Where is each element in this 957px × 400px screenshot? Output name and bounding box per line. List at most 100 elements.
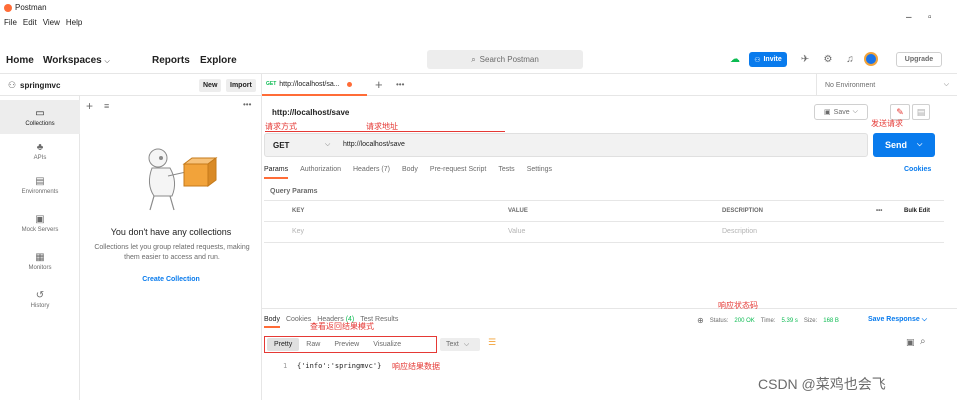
- tab-response-cookies[interactable]: Cookies: [286, 316, 311, 328]
- view-pretty[interactable]: Pretty: [267, 338, 300, 351]
- chevron-down-icon: ⌵: [921, 316, 928, 323]
- tab-headers[interactable]: Headers (7): [353, 166, 390, 179]
- search-icon[interactable]: ⌕: [920, 336, 926, 347]
- add-icon[interactable]: +: [86, 99, 93, 113]
- upgrade-button[interactable]: Upgrade: [896, 52, 942, 67]
- environments-icon: ▤: [35, 175, 45, 187]
- view-preview[interactable]: Preview: [327, 338, 366, 351]
- app-title: Postman: [15, 3, 47, 12]
- request-tab[interactable]: GET http://localhost/sa...: [262, 74, 367, 96]
- status-label: Status:: [709, 317, 729, 324]
- request-name[interactable]: http://localhost/save: [272, 108, 349, 117]
- response-body-text[interactable]: {'info':'springmvc'}: [297, 362, 381, 370]
- sidebar-item-apis[interactable]: ♣ APIs: [0, 134, 80, 168]
- view-raw[interactable]: Raw: [299, 338, 327, 351]
- chevron-down-icon: ⌵: [943, 81, 949, 88]
- new-button[interactable]: New: [199, 79, 222, 92]
- url-bar: GET ⌵ http://localhost/save: [264, 133, 868, 157]
- table-more-icon[interactable]: •••: [876, 208, 882, 214]
- maximize-icon[interactable]: ▫: [928, 12, 932, 23]
- save-response-label: Save Response: [868, 316, 920, 323]
- tab-tests[interactable]: Tests: [498, 166, 514, 179]
- sync-icon[interactable]: ☁: [729, 53, 741, 65]
- search-input[interactable]: ⌕ Search Postman: [427, 50, 583, 69]
- menu-help[interactable]: Help: [66, 18, 82, 27]
- tab-settings[interactable]: Settings: [527, 166, 552, 179]
- tab-params[interactable]: Params: [264, 166, 289, 179]
- settings-icon[interactable]: ⚙: [822, 53, 834, 65]
- cookies-link[interactable]: Cookies: [904, 166, 931, 173]
- menu-view[interactable]: View: [43, 18, 60, 27]
- nav-explore[interactable]: Explore: [200, 55, 237, 66]
- method-select[interactable]: GET: [273, 141, 289, 150]
- new-tab-icon[interactable]: +: [375, 77, 383, 92]
- invite-label: Invite: [763, 56, 782, 63]
- create-collection-link[interactable]: Create Collection: [80, 276, 262, 283]
- send-button[interactable]: Send ⌵: [873, 133, 935, 157]
- add-user-icon: ⚇: [754, 56, 761, 64]
- chevron-down-icon: ⌵: [325, 141, 331, 148]
- nav-workspaces[interactable]: Workspaces ⌵: [43, 55, 110, 66]
- collections-toolbar: + ≡ •••: [80, 96, 262, 118]
- workspace-name[interactable]: springmvc: [20, 81, 60, 90]
- bell-icon[interactable]: ♫: [844, 53, 856, 65]
- nav-workspaces-label: Workspaces: [43, 55, 102, 66]
- tab-response-body[interactable]: Body: [264, 316, 280, 328]
- time-label: Time:: [760, 317, 776, 324]
- sidebar-item-history[interactable]: ↺ History: [0, 282, 80, 316]
- status-code[interactable]: 200 OK: [734, 318, 754, 324]
- response-size[interactable]: 168 B: [823, 318, 839, 324]
- tab-pre-request-script[interactable]: Pre-request Script: [430, 166, 486, 179]
- url-input[interactable]: http://localhost/save: [343, 141, 405, 148]
- minimize-icon[interactable]: –: [906, 12, 912, 23]
- globe-icon: ⊕: [697, 316, 704, 325]
- sidebar: ▭ Collections ♣ APIs ▤ Environments ▣ Mo…: [0, 96, 80, 400]
- import-button[interactable]: Import: [226, 79, 256, 92]
- avatar[interactable]: [864, 52, 878, 66]
- description-input[interactable]: Description: [722, 228, 757, 235]
- sidebar-item-label: Mock Servers: [21, 226, 59, 233]
- satellite-icon[interactable]: ✈: [799, 53, 811, 65]
- bulk-edit-link[interactable]: Bulk Edit: [904, 208, 930, 214]
- annotation-send: 发送请求: [871, 119, 903, 128]
- chevron-down-icon: ⌵: [104, 58, 110, 65]
- tab-body[interactable]: Body: [402, 166, 418, 179]
- save-button[interactable]: ▣ Save ⌵: [814, 104, 868, 120]
- more-icon[interactable]: •••: [243, 100, 251, 109]
- search-icon: ⌕: [471, 54, 476, 64]
- nav-home[interactable]: Home: [6, 55, 34, 66]
- search-placeholder: Search Postman: [479, 55, 539, 64]
- menu-file[interactable]: File: [4, 18, 17, 27]
- environment-select[interactable]: No Environment ⌵: [816, 74, 957, 96]
- row-divider: [264, 221, 944, 222]
- invite-button[interactable]: ⚇ Invite: [749, 52, 787, 67]
- save-response-button[interactable]: Save Response ⌵: [868, 316, 927, 324]
- value-input[interactable]: Value: [508, 228, 525, 235]
- sidebar-item-collections[interactable]: ▭ Collections: [0, 100, 80, 134]
- tab-more-icon[interactable]: •••: [396, 80, 404, 89]
- title-bar: Postman File Edit View Help – ▫: [0, 0, 957, 44]
- sidebar-item-environments[interactable]: ▤ Environments: [0, 168, 80, 202]
- sidebar-item-monitors[interactable]: ▦ Monitors: [0, 244, 80, 278]
- filter-icon[interactable]: ≡: [104, 101, 109, 111]
- response-time[interactable]: 5.39 s: [782, 318, 798, 324]
- view-visualize[interactable]: Visualize: [366, 338, 408, 351]
- wrap-lines-icon[interactable]: ☰: [488, 337, 496, 348]
- menu-edit[interactable]: Edit: [23, 18, 37, 27]
- environment-label: No Environment: [825, 81, 876, 89]
- info-panel-icon[interactable]: ▤: [912, 104, 930, 120]
- postman-logo-icon: [4, 4, 12, 12]
- nav-reports[interactable]: Reports: [152, 55, 190, 66]
- tab-authorization[interactable]: Authorization: [300, 166, 341, 179]
- format-select[interactable]: Text ⌵: [440, 338, 480, 351]
- sidebar-item-label: Monitors: [28, 264, 52, 271]
- format-label: Text: [446, 341, 459, 348]
- key-input[interactable]: Key: [292, 228, 304, 235]
- row-divider: [264, 242, 944, 243]
- copy-icon[interactable]: ▣: [906, 337, 915, 348]
- request-tabs: Params Authorization Headers (7) Body Pr…: [264, 166, 552, 179]
- save-label: Save: [833, 108, 850, 116]
- sidebar-item-mock-servers[interactable]: ▣ Mock Servers: [0, 206, 80, 240]
- chevron-down-icon: ⌵: [917, 141, 923, 148]
- response-divider[interactable]: [262, 308, 957, 309]
